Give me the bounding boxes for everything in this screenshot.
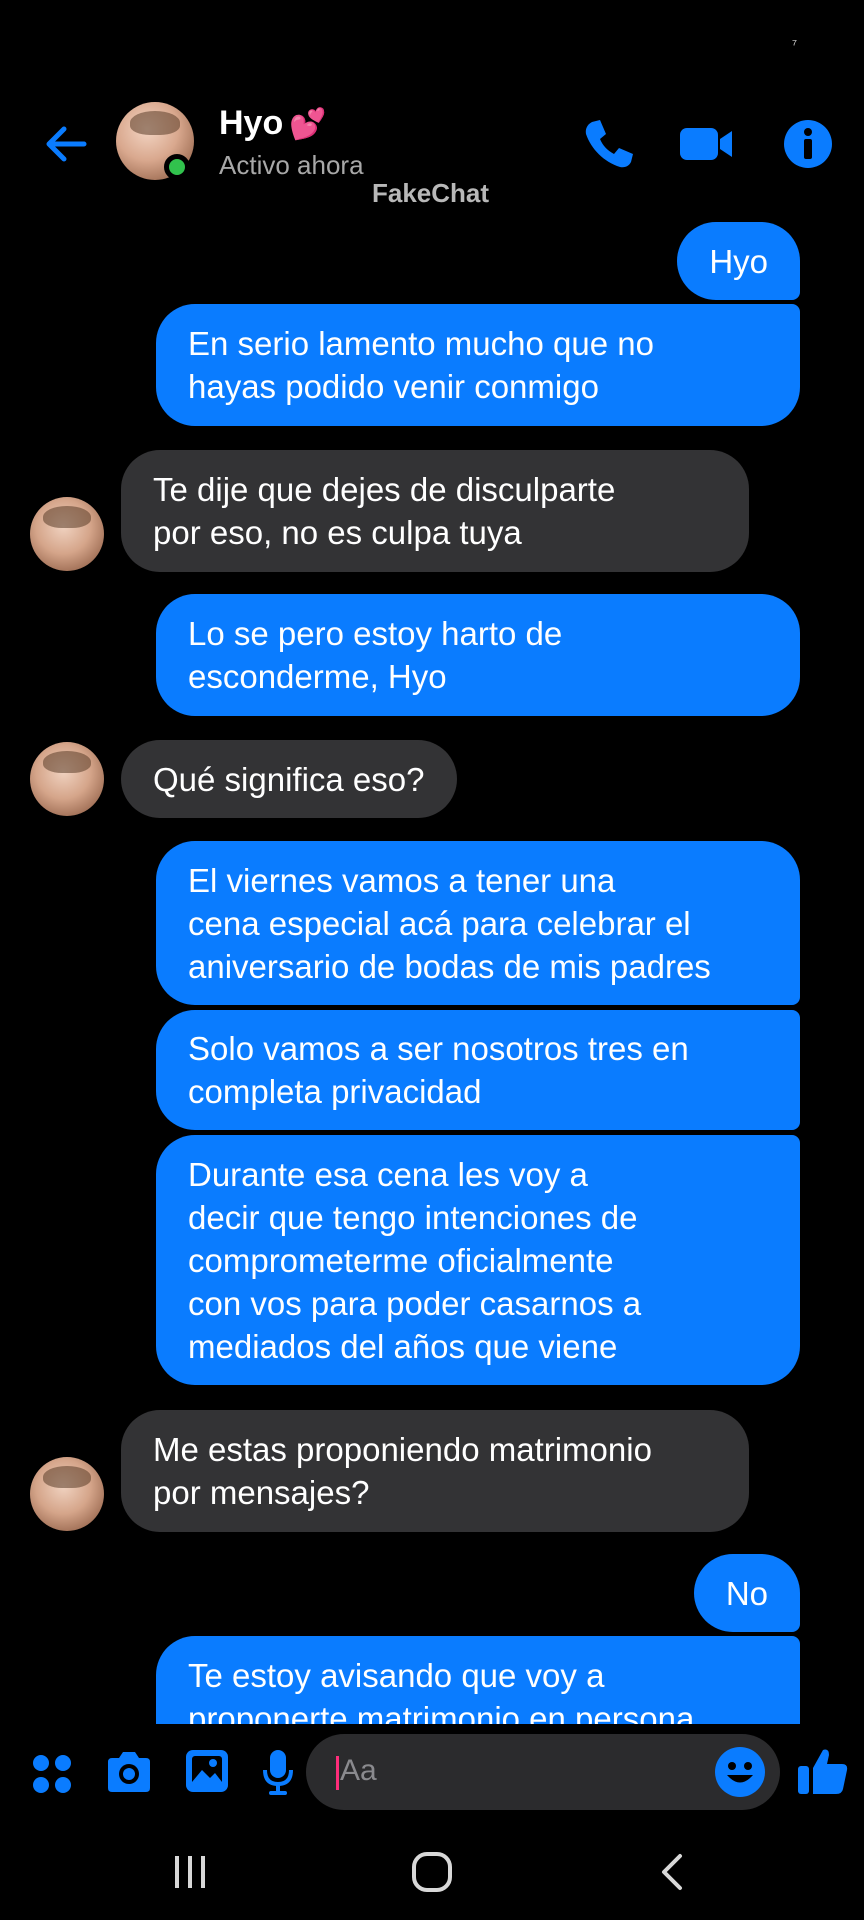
- message-bubble-sent[interactable]: Lo se pero estoy harto de esconderme, Hy…: [156, 594, 800, 716]
- message-bubble-sent[interactable]: Durante esa cena les voy a decir que ten…: [156, 1135, 800, 1385]
- phone-icon[interactable]: [578, 114, 638, 174]
- recents-icon[interactable]: [170, 1852, 210, 1892]
- message-bubble-sent[interactable]: El viernes vamos a tener una cena especi…: [156, 841, 800, 1005]
- message-bubble-sent[interactable]: No: [693, 1554, 800, 1632]
- heart-emoji: 💕: [289, 108, 327, 141]
- message-list[interactable]: Hyo En serio lamento mucho que no hayas …: [0, 0, 864, 1724]
- camera-icon[interactable]: [104, 1748, 154, 1796]
- text-cursor: [336, 1756, 339, 1790]
- message-bubble-sent[interactable]: Hyo: [677, 222, 800, 300]
- message-bubble-received[interactable]: Qué significa eso?: [121, 740, 457, 818]
- thumbs-up-icon[interactable]: [796, 1744, 850, 1798]
- back-icon[interactable]: [656, 1852, 688, 1892]
- watermark: FakeChat: [372, 178, 490, 208]
- contact-name[interactable]: Hyo 💕: [219, 104, 327, 143]
- emoji-icon[interactable]: [714, 1746, 766, 1798]
- message-bubble-sent[interactable]: En serio lamento mucho que no hayas podi…: [156, 304, 800, 426]
- contact-avatar[interactable]: [30, 497, 104, 571]
- contact-avatar[interactable]: [30, 742, 104, 816]
- message-bubble-sent[interactable]: Te estoy avisando que voy a proponerte m…: [156, 1636, 800, 1724]
- message-bubble-received[interactable]: Me estas proponiendo matrimonio por mens…: [121, 1410, 749, 1532]
- gallery-icon[interactable]: [184, 1748, 230, 1794]
- message-bubble-received[interactable]: Te dije que dejes de disculparte por eso…: [121, 450, 749, 572]
- video-camera-icon[interactable]: [676, 114, 736, 174]
- apps-grid-icon[interactable]: [30, 1752, 74, 1796]
- message-composer: Aa: [0, 1724, 864, 1820]
- message-input[interactable]: Aa: [306, 1734, 780, 1810]
- contact-avatar[interactable]: [30, 1457, 104, 1531]
- online-indicator: [164, 154, 190, 180]
- system-navigation-bar: [0, 1820, 864, 1920]
- microphone-icon[interactable]: [262, 1748, 294, 1796]
- message-bubble-sent[interactable]: Solo vamos a ser nosotros tres en comple…: [156, 1010, 800, 1130]
- presence-status: Activo ahora: [219, 150, 364, 180]
- chat-header: Hyo 💕 Activo ahora FakeChat: [0, 96, 864, 208]
- home-icon[interactable]: [410, 1850, 454, 1894]
- back-arrow-icon[interactable]: [40, 118, 92, 170]
- message-input-placeholder: Aa: [340, 1754, 377, 1787]
- info-icon[interactable]: [778, 114, 838, 174]
